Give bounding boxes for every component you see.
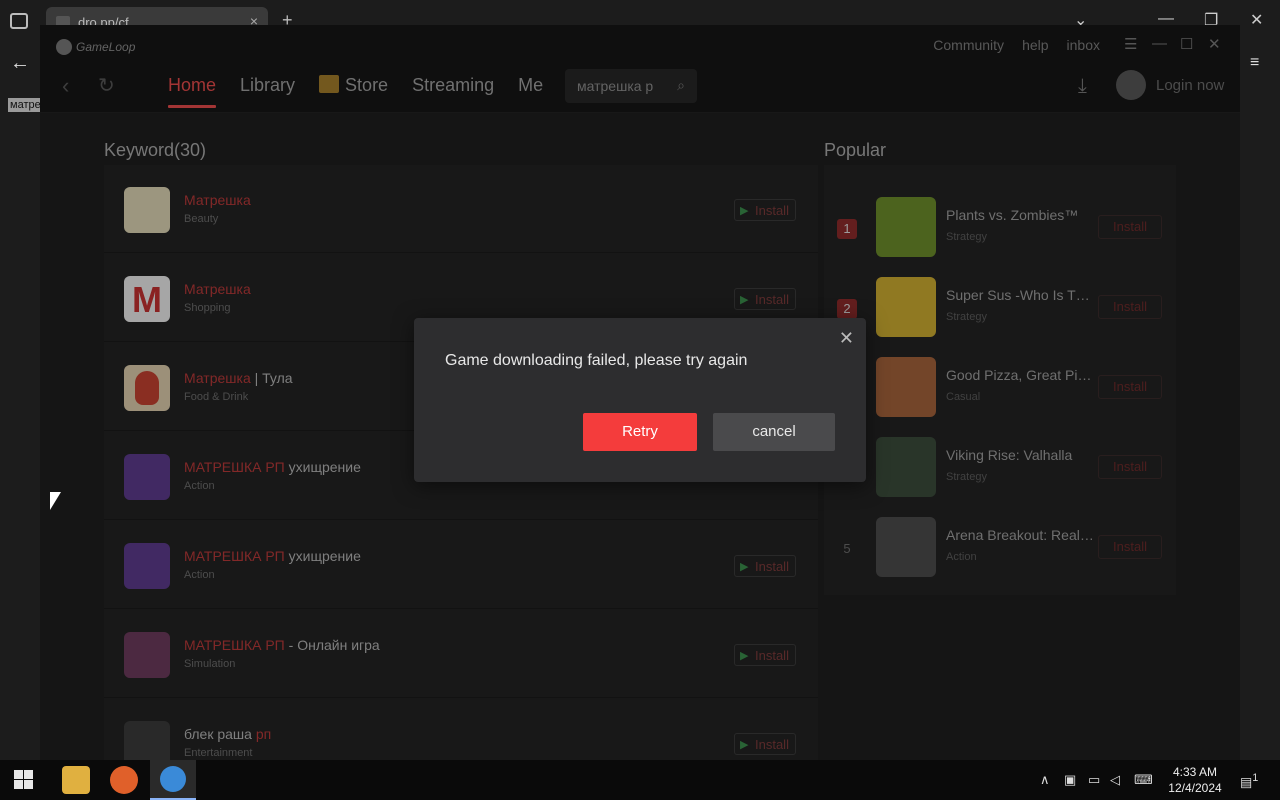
notification-icon[interactable]: ▤1: [1240, 772, 1258, 790]
tray-expand-icon[interactable]: ∧: [1040, 772, 1050, 788]
firefox-icon[interactable]: [110, 766, 138, 794]
browser-menu-icon[interactable]: ≡: [1250, 54, 1259, 72]
dialog-message: Game downloading failed, please try agai…: [445, 352, 748, 369]
cancel-button[interactable]: cancel: [713, 413, 835, 451]
browser-left-bar: [0, 40, 40, 760]
keyboard-icon[interactable]: ⌨: [1134, 772, 1153, 788]
gameloop-taskbar-icon: [160, 766, 186, 792]
retry-button[interactable]: Retry: [583, 413, 697, 451]
url-fragment[interactable]: матре: [8, 98, 40, 112]
taskbar-clock[interactable]: 4:33 AM 12/4/2024: [1160, 764, 1230, 796]
volume-muted-icon[interactable]: ◁: [1110, 772, 1120, 788]
mouse-cursor-icon: [50, 492, 61, 510]
dialog-close-icon[interactable]: ✕: [839, 328, 854, 349]
file-explorer-icon[interactable]: [62, 766, 90, 794]
tray-app-icon[interactable]: ▣: [1064, 772, 1076, 788]
network-icon[interactable]: ▭: [1088, 772, 1100, 788]
window-close-button[interactable]: ✕: [1250, 10, 1263, 30]
download-failed-dialog: ✕ Game downloading failed, please try ag…: [414, 318, 866, 482]
clock-date: 12/4/2024: [1168, 781, 1222, 795]
clock-time: 4:33 AM: [1172, 765, 1218, 779]
browser-right-bar: [1240, 40, 1280, 760]
taskbar-active-app[interactable]: [150, 760, 196, 800]
back-arrow-icon[interactable]: ←: [10, 52, 30, 75]
tab-list-icon[interactable]: [10, 13, 28, 29]
windows-start-icon[interactable]: [14, 770, 34, 790]
windows-taskbar: ∧ ▣ ▭ ◁ ⌨ 4:33 AM 12/4/2024 ▤1: [0, 760, 1280, 800]
